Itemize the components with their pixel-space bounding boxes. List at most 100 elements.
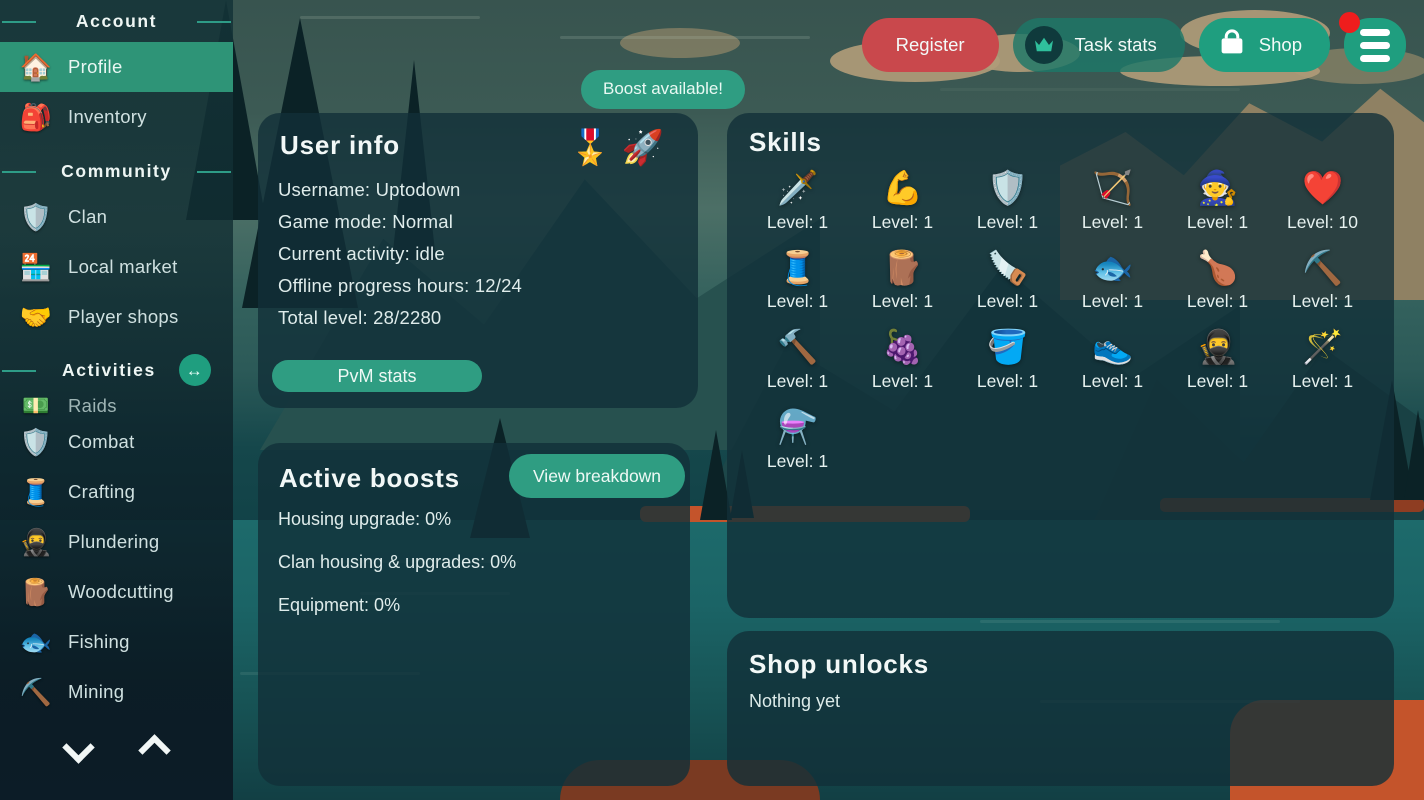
current-activity-line: Current activity: idle [278,243,445,264]
sidebar-item-label: Player shops [68,306,179,327]
section-title: Community [61,160,172,181]
task-stats-button[interactable]: Task stats [1012,18,1185,72]
boost-housing-upgrade: Housing upgrade: 0% [278,509,452,529]
sidebar-item-clan[interactable]: 🛡️ Clan [0,192,233,242]
skill-level-label: Level: 1 [871,370,934,391]
skill-level-label: Level: 1 [1081,291,1144,312]
thread-spool-icon: 🧵 [776,248,819,286]
boost-available-badge[interactable]: Boost available! [581,70,746,109]
skill-level-label: Level: 1 [766,450,829,471]
user-info-lines: Username: Uptodown Game mode: Normal Cur… [278,179,522,329]
skill-hitpoints[interactable]: ❤️ Level: 10 [1270,170,1375,233]
skill-level-label: Level: 1 [1291,291,1354,312]
sidebar-item-combat[interactable]: 🛡️ Combat [0,417,233,467]
sidebar-item-local-market[interactable]: 🏪 Local market [0,242,233,292]
sidebar-item-fishing[interactable]: 🐟 Fishing [0,617,233,667]
store-icon: 🏪 [19,252,53,282]
sidebar-item-label: Profile [68,56,123,77]
panel-title: Shop unlocks [749,649,930,679]
chevron-up-icon[interactable] [138,733,172,755]
skill-enchanting[interactable]: 🪄 Level: 1 [1270,330,1375,392]
watering-can-icon: 🪣 [986,328,1029,366]
sidebar-item-inventory[interactable]: 🎒 Inventory [0,92,233,142]
skill-farming[interactable]: 🪣 Level: 1 [955,330,1060,392]
sidebar-item-plundering[interactable]: 🥷 Plundering [0,517,233,567]
house-icon: 🏠 [19,52,53,82]
divider-line-left [2,370,36,372]
crown-icon [1024,26,1063,64]
sidebar[interactable]: Account 🏠 Profile 🎒 Inventory Community … [0,0,233,800]
bow-arrow-icon: 🏹 [1091,169,1134,206]
skill-mining[interactable]: ⛏️ Level: 1 [1270,248,1375,313]
boost-clan-housing: Clan housing & upgrades: 0% [278,552,517,572]
sidebar-item-mining[interactable]: ⛏️ Mining [0,667,233,717]
pickaxe-icon: ⛏️ [1301,248,1344,286]
shop-button[interactable]: Shop [1198,18,1330,72]
panel-title: User info [280,130,400,160]
sidebar-item-label: Fishing [68,631,130,652]
panel-title: Active boosts [279,463,460,493]
magic-wand-icon: 🪄 [1301,328,1344,366]
skill-level-label: Level: 10 [1286,211,1359,232]
skill-cooking[interactable]: 🍗 Level: 1 [1165,250,1270,313]
task-stats-label: Task stats [1074,34,1157,55]
skill-level-label: Level: 1 [1081,211,1144,232]
potion-flask-icon: ⚗️ [776,407,819,445]
skill-level-label: Level: 1 [766,291,829,312]
game-mode-line: Game mode: Normal [278,211,454,232]
sidebar-item-player-shops[interactable]: 🤝 Player shops [0,292,233,342]
skill-defence[interactable]: 🛡️ Level: 1 [955,170,1060,233]
backpack-icon: 🎒 [19,102,53,132]
sneaker-icon: 👟 [1091,328,1134,366]
view-breakdown-button[interactable]: View breakdown [509,454,685,498]
user-badges: 🎖️ 🚀 [569,131,664,165]
sidebar-item-crafting[interactable]: 🧵 Crafting [0,467,233,517]
skills-panel: Skills 🗡️ Level: 1 💪 Level: 1 🛡️ Level: … [727,113,1394,618]
skill-foraging[interactable]: 🍇 Level: 1 [850,330,955,392]
hammer-icon: 🔨 [776,328,819,366]
menu-bar [1360,54,1390,62]
skill-strength[interactable]: 💪 Level: 1 [850,170,955,233]
sidebar-item-label: Plundering [68,531,160,552]
dagger-icon: 🗡️ [776,169,819,206]
shop-label: Shop [1258,34,1302,55]
shopping-bag-icon [1217,28,1247,63]
register-button[interactable]: Register [861,18,999,72]
shop-unlocks-empty-text: Nothing yet [749,691,841,711]
skill-fishing[interactable]: 🐟 Level: 1 [1060,250,1165,313]
skill-level-label: Level: 1 [871,291,934,312]
skill-woodcutting[interactable]: 🪵 Level: 1 [850,250,955,313]
sidebar-item-woodcutting[interactable]: 🪵 Woodcutting [0,567,233,617]
rocket-icon[interactable]: 🚀 [622,131,664,165]
rosette-medal-icon[interactable]: 🎖️ [569,131,611,165]
skill-magic[interactable]: 🧙 Level: 1 [1165,170,1270,233]
skill-plundering[interactable]: 🥷 Level: 1 [1165,330,1270,392]
total-level-line: Total level: 28/2280 [278,307,442,328]
skill-carpentry[interactable]: 🪚 Level: 1 [955,250,1060,313]
skill-attack[interactable]: 🗡️ Level: 1 [745,169,850,233]
chevron-down-icon[interactable] [62,733,96,755]
skill-level-label: Level: 1 [1081,370,1144,391]
active-boosts-panel: Active boosts View breakdown Housing upg… [258,443,690,786]
sky-streak [560,36,810,39]
skill-ranged[interactable]: 🏹 Level: 1 [1060,169,1165,233]
skill-smithing[interactable]: 🔨 Level: 1 [745,330,850,392]
pickaxe-icon: ⛏️ [19,677,53,707]
hamburger-menu-icon[interactable] [1339,12,1406,72]
sidebar-section-header-activities: Activities ↔ [0,349,233,391]
sidebar-item-label: Inventory [68,106,147,127]
skill-level-label: Level: 1 [1186,370,1249,391]
skill-level-label: Level: 1 [976,370,1039,391]
skill-alchemy[interactable]: ⚗️ Level: 1 [745,407,850,472]
skill-agility[interactable]: 👟 Level: 1 [1060,330,1165,392]
sidebar-item-raids[interactable]: 💵 Raids [0,391,233,417]
resize-horizontal-icon[interactable]: ↔ [179,354,211,386]
banknote-icon: 💵 [22,393,50,417]
section-title: Account [75,10,158,31]
shield-icon: 🛡️ [19,202,53,232]
sidebar-item-profile[interactable]: 🏠 Profile [0,42,233,92]
pvm-stats-button[interactable]: PvM stats [272,360,482,392]
divider-line-right [197,21,231,23]
skill-crafting[interactable]: 🧵 Level: 1 [745,248,850,313]
username-line: Username: Uptodown [278,179,461,200]
